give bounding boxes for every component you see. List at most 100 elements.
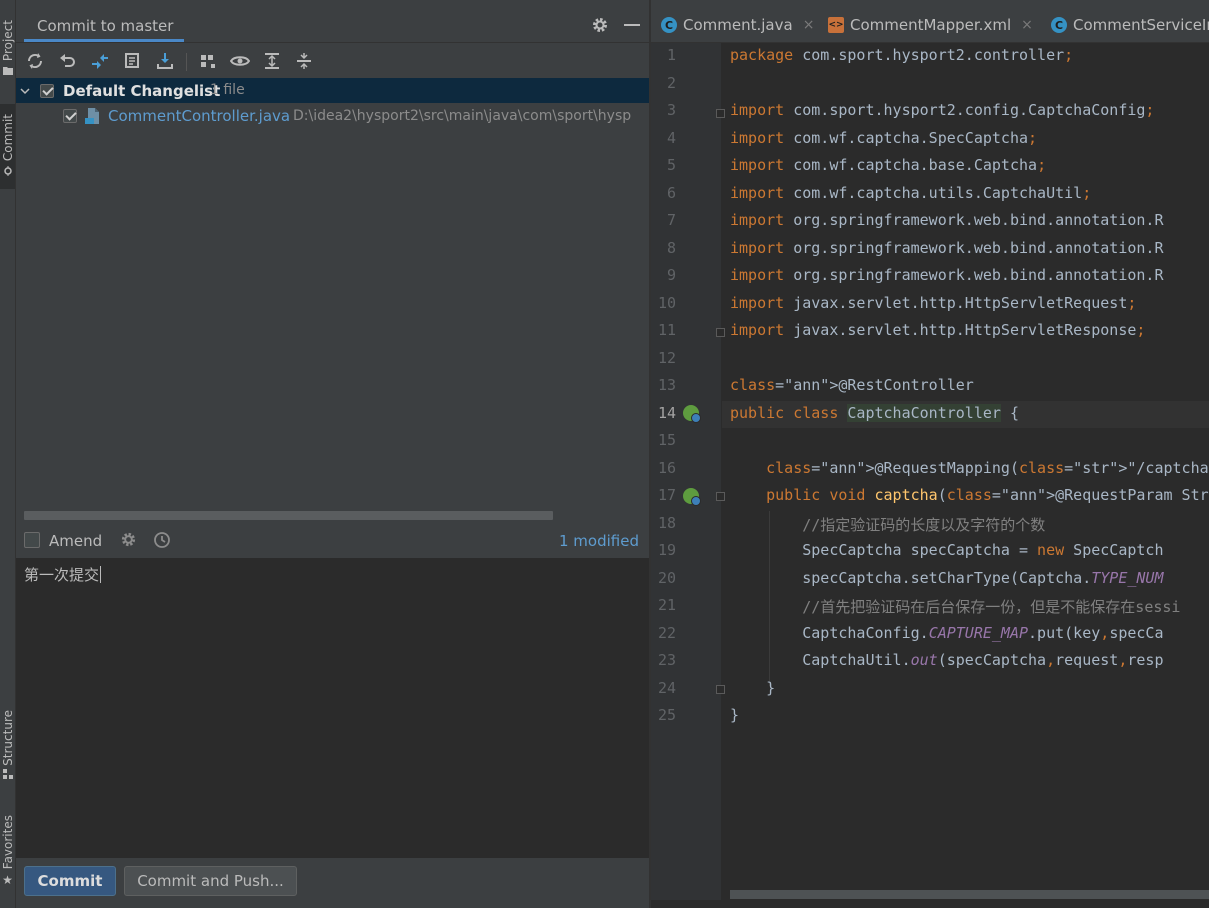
changelist-name: Default Changelist — [63, 82, 221, 100]
text-caret — [100, 566, 102, 583]
rollback-icon[interactable] — [58, 51, 78, 71]
fold-marker[interactable] — [716, 492, 725, 501]
gear-icon[interactable] — [591, 16, 609, 34]
tool-tab-commit[interactable]: Commit — [0, 104, 15, 189]
line-number: 7 — [666, 211, 676, 229]
line-number: 4 — [666, 128, 676, 147]
changelist-checkbox[interactable] — [40, 84, 54, 98]
panel-title[interactable]: Commit to master — [37, 17, 173, 35]
file-name: CommentController.java — [108, 107, 291, 125]
line-number: 15 — [657, 431, 676, 449]
code-line: CaptchaUtil.out(specCaptcha,request,resp — [730, 651, 1164, 669]
line-number: 10 — [657, 293, 676, 312]
tab-comment-java[interactable]: C Comment.java × — [661, 8, 814, 42]
code-line: class="ann">@RestController — [730, 376, 974, 394]
line-number: 17 — [657, 486, 676, 504]
code-line: //首先把验证码在后台保存一份，但是不能保存在sessi — [730, 598, 1181, 616]
commit-message-editor[interactable]: 第一次提交 — [16, 558, 649, 858]
code-line: import javax.servlet.http.HttpServletRes… — [730, 321, 1146, 339]
fold-marker[interactable] — [716, 685, 725, 694]
line-number: 21 — [657, 596, 676, 614]
java-file-icon — [85, 107, 101, 129]
tool-tab-favorites[interactable]: Favorites ★ — [0, 808, 15, 893]
tool-tab-project-label: Project — [0, 20, 15, 62]
code-line: import org.springframework.web.bind.anno… — [730, 266, 1164, 284]
amend-checkbox[interactable] — [24, 532, 40, 548]
line-number: 11 — [657, 321, 676, 339]
diff-icon[interactable] — [90, 51, 110, 71]
file-row[interactable]: CommentController.java D:\idea2\hysport2… — [16, 103, 649, 128]
code-line: class="ann">@RequestMapping(class="str">… — [766, 458, 1209, 477]
tab-label: CommentServiceIr — [1073, 16, 1209, 34]
line-number: 1 — [666, 46, 676, 64]
line-number: 8 — [666, 238, 676, 257]
file-checkbox[interactable] — [63, 109, 77, 123]
eye-icon[interactable] — [230, 51, 250, 71]
tool-tab-project[interactable]: Project — [0, 14, 15, 84]
line-number: 5 — [666, 156, 676, 174]
tool-tab-structure-label: Structure — [0, 709, 15, 766]
fold-marker[interactable] — [716, 109, 725, 118]
changelist-row[interactable]: Default Changelist 1 file — [16, 78, 649, 103]
code-line: } — [730, 678, 776, 697]
commit-and-push-button[interactable]: Commit and Push... — [124, 866, 297, 896]
line-number: 9 — [666, 266, 676, 284]
commit-toolbar — [16, 43, 649, 78]
minimize-icon[interactable] — [624, 24, 640, 26]
refresh-icon[interactable] — [25, 51, 45, 71]
commit-options-gear-icon[interactable] — [120, 531, 137, 552]
editor-horizontal-scrollbar[interactable] — [730, 890, 1209, 899]
update-icon[interactable] — [155, 51, 175, 71]
line-number: 6 — [666, 183, 676, 202]
commit-panel: Commit to master Default Changelist 1 fi… — [16, 0, 649, 908]
changes-horizontal-scrollbar[interactable] — [24, 511, 553, 520]
code-line: public class CaptchaController { — [730, 403, 1019, 422]
line-number-gutter: 1 2 3 4 5 6 7 8 9 10 11 12 13 14 15 16 17 18 19 20 21 22 23 24 2… — [651, 43, 721, 900]
code-line: import com.wf.captcha.base.Captcha; — [730, 156, 1047, 174]
code-line: package com.sport.hysport2.controller; — [730, 46, 1074, 64]
tab-comment-mapper-xml[interactable]: <> CommentMapper.xml × — [828, 8, 1033, 42]
code-line: import com.wf.captcha.utils.CaptchaUtil; — [730, 183, 1092, 202]
line-number: 13 — [657, 376, 676, 394]
code-line: } — [730, 706, 740, 724]
code-line: CaptchaConfig.CAPTURE_MAP.put(key,specCa — [730, 623, 1164, 642]
modified-count-link[interactable]: 1 modified — [559, 532, 639, 550]
code-line: import com.wf.captcha.SpecCaptcha; — [730, 128, 1038, 147]
close-icon[interactable]: × — [803, 17, 815, 33]
tool-tab-commit-label: Commit — [0, 114, 15, 162]
chevron-down-icon[interactable] — [19, 83, 31, 101]
show-history-icon[interactable] — [123, 51, 143, 71]
code-editor[interactable]: package com.sport.hysport2.controller; im… — [722, 43, 1209, 888]
code-line: SpecCaptcha specCaptcha = new SpecCaptch — [730, 541, 1164, 559]
collapse-all-icon[interactable] — [294, 51, 314, 71]
folder-icon — [2, 66, 13, 78]
tool-tab-favorites-label: Favorites — [0, 815, 15, 870]
expand-all-icon[interactable] — [262, 51, 282, 71]
tab-comment-service[interactable]: C CommentServiceIr — [1051, 8, 1209, 42]
tab-label: Comment.java — [683, 16, 793, 34]
commit-button[interactable]: Commit — [24, 866, 116, 896]
code-line: public void captcha(class="ann">@Request… — [766, 486, 1209, 504]
spring-mapping-icon[interactable] — [683, 488, 701, 506]
line-number: 12 — [657, 348, 676, 367]
code-line: import javax.servlet.http.HttpServletReq… — [730, 293, 1137, 312]
history-clock-icon[interactable] — [153, 531, 171, 553]
star-icon: ★ — [2, 872, 13, 887]
group-by-icon[interactable] — [198, 51, 218, 71]
spring-bean-icon[interactable] — [683, 405, 701, 423]
amend-row: Amend 1 modified — [16, 527, 649, 557]
fold-marker[interactable] — [716, 328, 725, 337]
commit-buttons-bar: Commit Commit and Push... — [16, 858, 649, 908]
file-path: D:\idea2\hysport2\src\main\java\com\spor… — [293, 108, 632, 124]
line-number: 14 — [657, 403, 676, 422]
line-number: 22 — [657, 623, 676, 642]
changelist-count: 1 file — [210, 82, 245, 98]
close-icon[interactable]: × — [1021, 17, 1033, 33]
line-number: 19 — [657, 541, 676, 559]
line-number: 18 — [657, 513, 676, 532]
commit-message-text: 第一次提交 — [24, 566, 100, 584]
editor-tabs-top-strip — [651, 0, 1209, 8]
amend-label[interactable]: Amend — [49, 532, 102, 550]
tool-tab-structure[interactable]: Structure — [0, 705, 15, 787]
commit-icon — [3, 165, 13, 179]
